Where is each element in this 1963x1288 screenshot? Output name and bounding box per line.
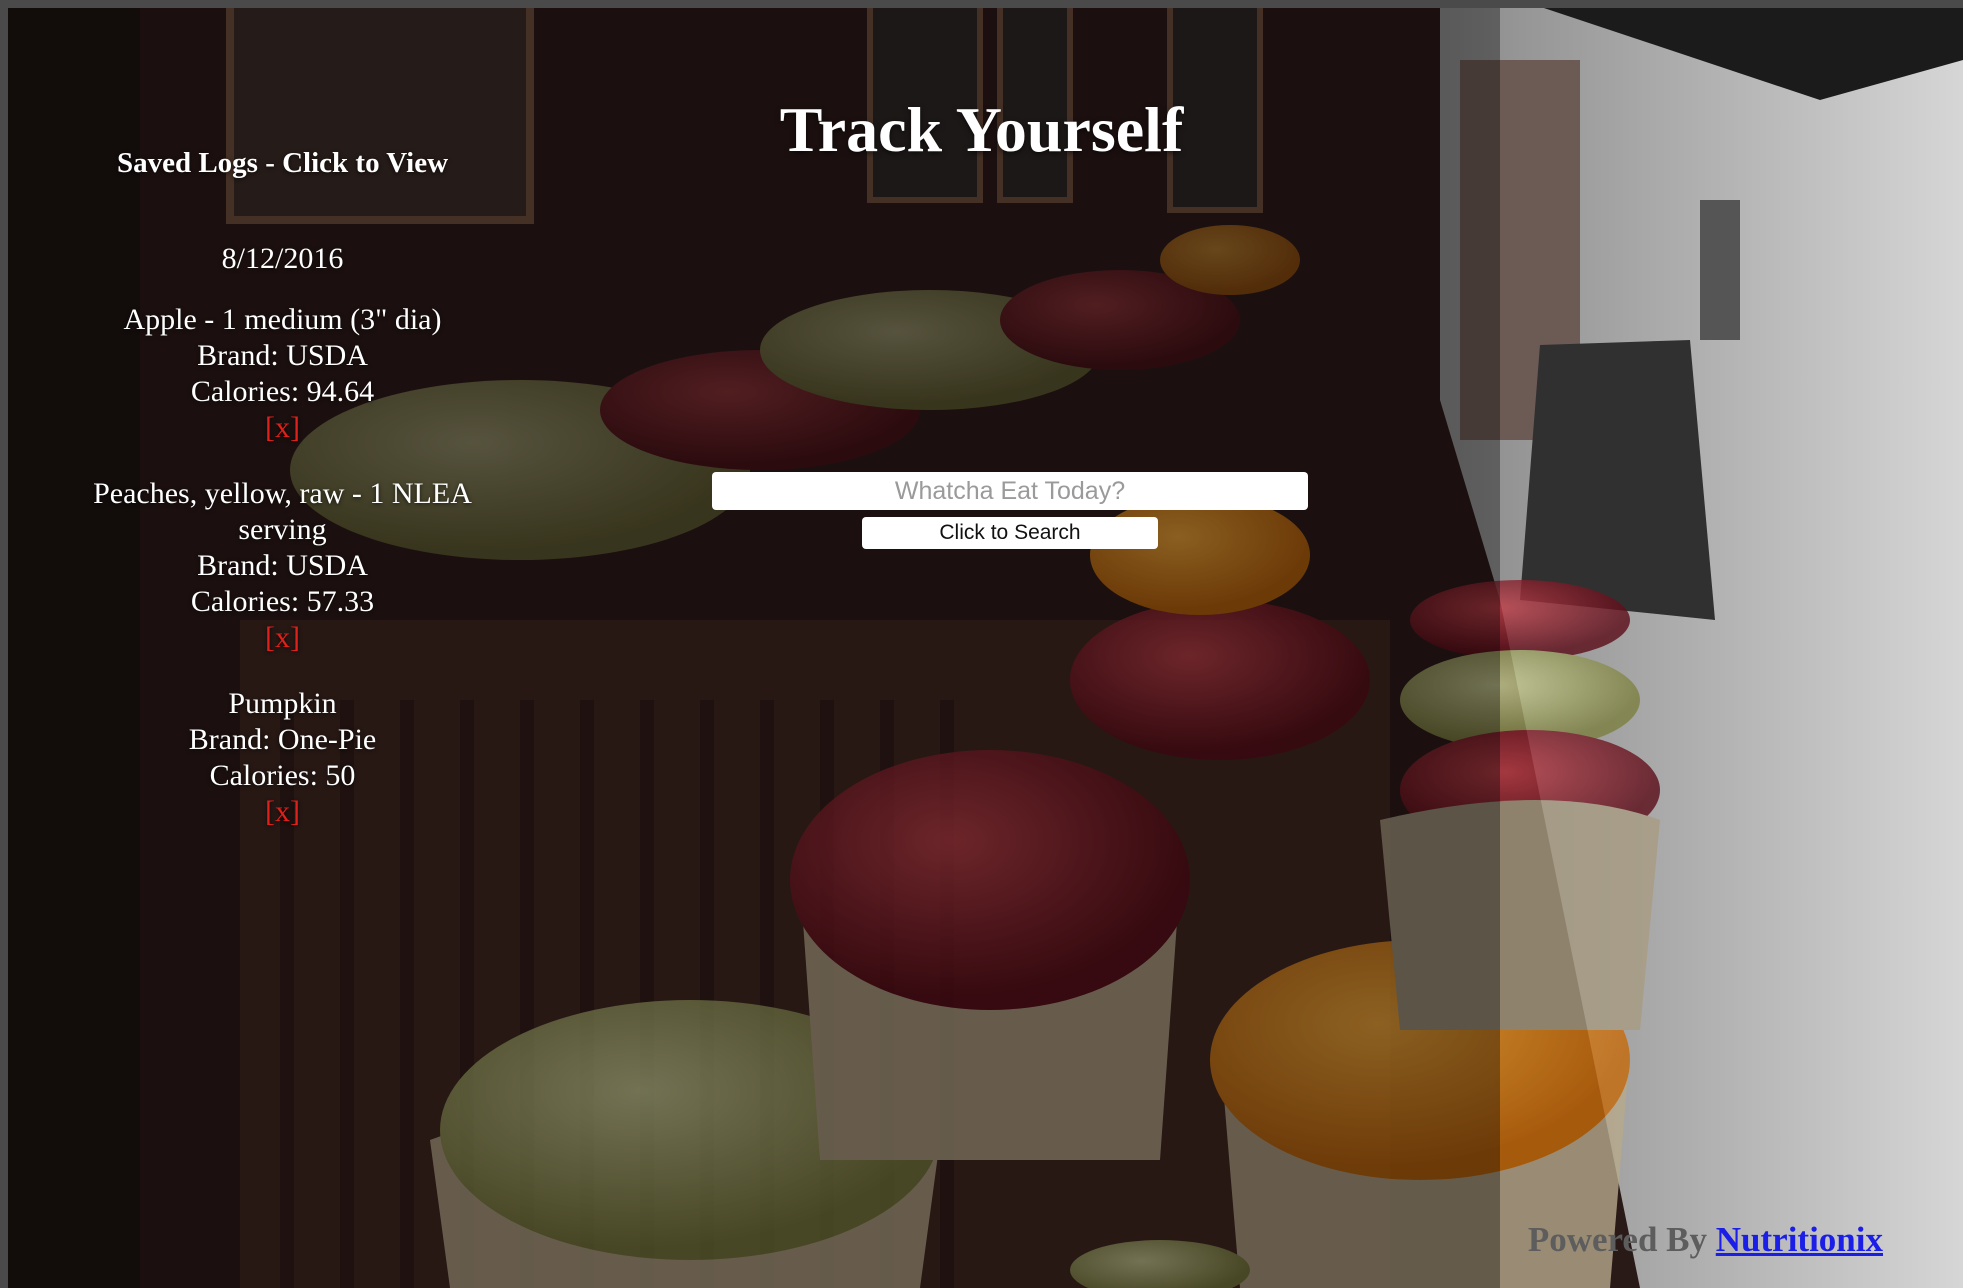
- saved-logs-panel: Saved Logs - Click to View 8/12/2016 App…: [60, 140, 505, 860]
- log-entry-calories: Calories: 50: [209, 759, 356, 792]
- log-entry-brand: Brand: USDA: [197, 339, 368, 372]
- log-entry-name: Peaches, yellow, raw - 1 NLEA serving: [93, 477, 472, 546]
- search-button[interactable]: Click to Search: [862, 517, 1158, 549]
- footer-credit: Powered By Nutritionix: [1528, 1220, 1883, 1260]
- remove-entry-button[interactable]: [x]: [60, 794, 505, 830]
- log-entry-apple: Apple - 1 medium (3" dia) Brand: USDA Ca…: [60, 302, 505, 446]
- log-entry-brand: Brand: One-Pie: [188, 723, 377, 756]
- window-top-border: [0, 0, 1963, 8]
- remove-entry-button[interactable]: [x]: [60, 620, 505, 656]
- window-left-border: [0, 0, 8, 1288]
- log-entry-name: Apple - 1 medium (3" dia): [123, 303, 442, 336]
- log-entry-pumpkin: Pumpkin Brand: One-Pie Calories: 50 [x]: [60, 686, 505, 830]
- log-entry-peaches: Peaches, yellow, raw - 1 NLEA serving Br…: [60, 476, 505, 656]
- log-entry-brand: Brand: USDA: [197, 549, 368, 582]
- log-entry-name: Pumpkin: [228, 687, 337, 720]
- food-search-input[interactable]: [712, 472, 1308, 510]
- saved-logs-heading[interactable]: Saved Logs - Click to View: [60, 147, 505, 180]
- log-entry-calories: Calories: 57.33: [190, 585, 375, 618]
- log-date[interactable]: 8/12/2016: [60, 242, 505, 276]
- footer-label: Powered By: [1527, 1220, 1708, 1259]
- remove-entry-button[interactable]: [x]: [60, 410, 505, 446]
- nutritionix-link[interactable]: Nutritionix: [1716, 1220, 1883, 1259]
- log-entry-calories: Calories: 94.64: [190, 375, 375, 408]
